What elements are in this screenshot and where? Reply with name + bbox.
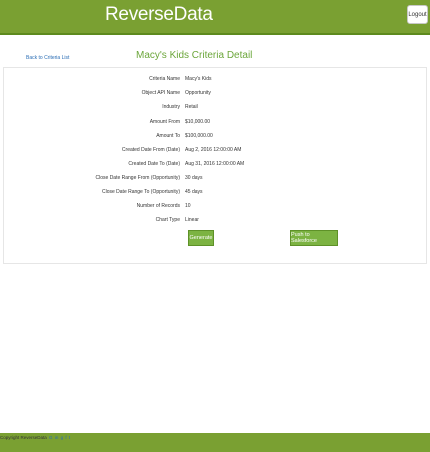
detail-value: $10,000.00 (185, 119, 211, 125)
detail-label: Created Date From (Date) (121, 147, 180, 153)
google-plus-icon[interactable]: G (49, 435, 53, 440)
detail-row-chart-type: Chart Type Linear (4, 217, 428, 227)
detail-row-criteria-name: Criteria Name Macy's Kids (4, 76, 428, 86)
detail-row-created-date-to: Created Date To (Date) Aug 31, 2016 12:0… (4, 161, 428, 171)
logout-button[interactable]: Logout (407, 5, 428, 24)
detail-label: Criteria Name (149, 76, 180, 82)
copyright-text: Copyright ReverseData (0, 435, 47, 440)
detail-label: Object API Name (141, 90, 180, 96)
criteria-detail-panel: Criteria Name Macy's Kids Object API Nam… (3, 67, 427, 264)
top-header-bar: ReverseData Logout (0, 0, 430, 35)
detail-value: 10 (185, 203, 191, 209)
detail-value: 45 days (185, 189, 203, 195)
push-to-salesforce-button[interactable]: Push to Salesforce (290, 230, 338, 246)
detail-label: Amount From (149, 119, 180, 125)
detail-value: Aug 31, 2016 12:00:00 AM (185, 161, 245, 167)
google-icon[interactable]: g (61, 435, 64, 440)
footer-content: Copyright ReverseData G in g f t (0, 435, 70, 440)
detail-label: Industry (162, 104, 180, 110)
detail-label: Chart Type (155, 217, 180, 223)
detail-label: Created Date To (Date) (128, 161, 180, 167)
detail-label: Close Date Range To (Opportunity) (101, 189, 180, 195)
back-to-criteria-list-link[interactable]: Back to Criteria List (26, 55, 69, 61)
linkedin-icon[interactable]: in (55, 435, 59, 440)
detail-label: Close Date Range From (Opportunity) (95, 175, 180, 181)
twitter-icon[interactable]: t (69, 435, 70, 440)
detail-label: Amount To (156, 133, 180, 139)
footer-bar: Copyright ReverseData G in g f t (0, 433, 430, 452)
detail-row-close-date-range-from: Close Date Range From (Opportunity) 30 d… (4, 175, 428, 185)
detail-value: 30 days (185, 175, 203, 181)
detail-row-created-date-from: Created Date From (Date) Aug 2, 2016 12:… (4, 147, 428, 157)
detail-value: Linear (185, 217, 199, 223)
detail-row-amount-to: Amount To $100,000.00 (4, 133, 428, 143)
detail-value: $100,000.00 (185, 133, 213, 139)
detail-row-close-date-range-to: Close Date Range To (Opportunity) 45 day… (4, 189, 428, 199)
detail-value: Retail (185, 104, 198, 110)
detail-row-number-of-records: Number of Records 10 (4, 203, 428, 213)
detail-label: Number of Records (136, 203, 180, 209)
generate-button[interactable]: Generate (188, 230, 214, 246)
detail-value: Macy's Kids (185, 76, 212, 82)
detail-value: Aug 2, 2016 12:00:00 AM (185, 147, 242, 153)
detail-value: Opportunity (185, 90, 211, 96)
facebook-icon[interactable]: f (65, 435, 66, 440)
page-title: Macy's Kids Criteria Detail (136, 50, 253, 61)
detail-row-amount-from: Amount From $10,000.00 (4, 119, 428, 129)
detail-row-object-api-name: Object API Name Opportunity (4, 90, 428, 100)
detail-row-industry: Industry Retail (4, 104, 428, 114)
brand-logo: ReverseData (105, 4, 213, 25)
